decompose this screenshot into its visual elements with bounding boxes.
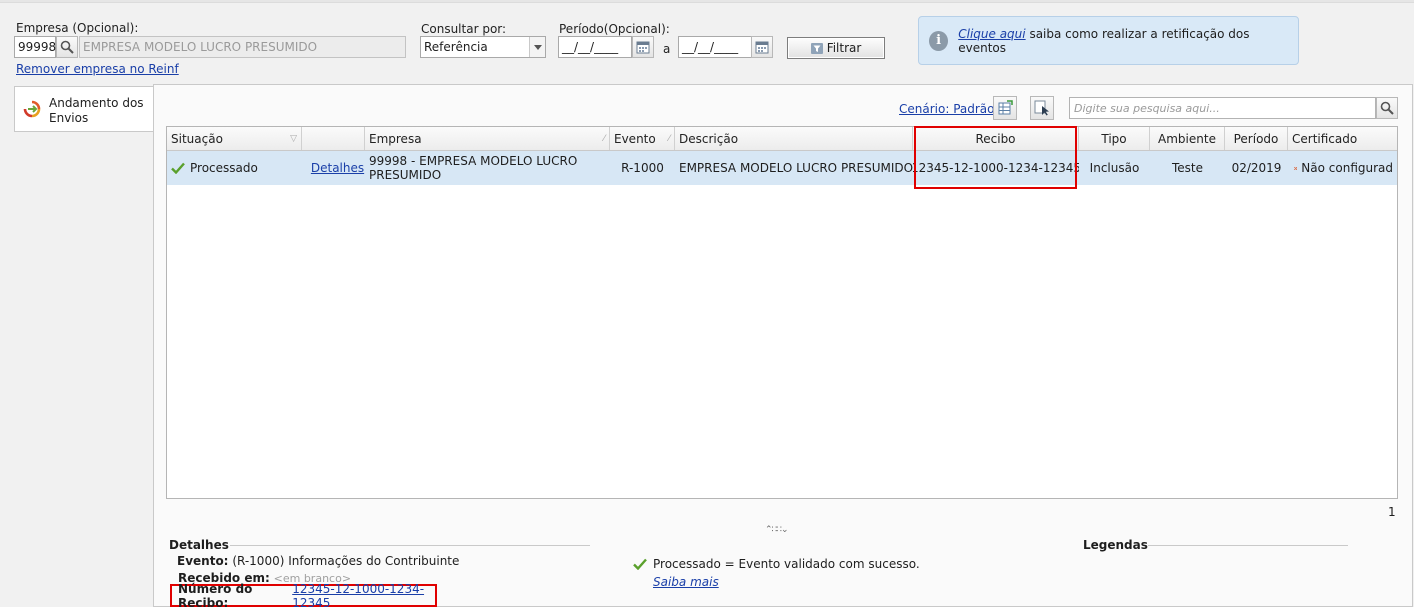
cell-certificado: Não configurad — [1288, 151, 1397, 185]
periodo-label: Período(Opcional): — [559, 22, 670, 36]
numero-recibo-label: Número do Recibo: — [178, 581, 253, 607]
calendar-icon — [636, 41, 650, 54]
cell-evento: R-1000 — [621, 161, 664, 175]
numero-recibo-link[interactable]: 12345-12-1000-1234-12345 — [292, 582, 435, 607]
refresh-arrows-icon — [23, 100, 41, 118]
clique-aqui-link[interactable]: Clique aqui — [958, 27, 1025, 41]
check-icon — [633, 558, 647, 570]
resize-icon: ⁄ — [603, 133, 605, 144]
info-banner: i Clique aqui saiba como realizar a reti… — [918, 16, 1299, 65]
cell-tipo: Inclusão — [1089, 161, 1140, 175]
periodo-separator: a — [663, 42, 671, 56]
search-icon — [1380, 101, 1394, 115]
col-ambiente[interactable]: Ambiente — [1150, 127, 1225, 150]
legend-item-processado: Processado = Evento validado com sucesso… — [633, 557, 920, 571]
detalhes-title: Detalhes — [169, 538, 229, 552]
cell-detalhes: Detalhes — [302, 151, 365, 185]
detalhes-link[interactable]: Detalhes — [311, 161, 364, 175]
select-button[interactable] — [1030, 96, 1054, 120]
numero-recibo-highlight: Número do Recibo: 12345-12-1000-1234-123… — [170, 581, 437, 607]
cell-ambiente: Teste — [1171, 161, 1203, 175]
cell-descricao: EMPRESA MODELO LUCRO PRESUMIDO — [679, 161, 913, 175]
filter-icon — [810, 42, 823, 54]
legendas-divider — [1148, 545, 1348, 546]
legendas-title: Legendas — [1083, 538, 1148, 552]
periodo-from-field[interactable]: __/__/____ — [558, 36, 632, 58]
consultar-value: Referência — [424, 40, 488, 54]
col-detalhes — [302, 127, 365, 150]
error-x-icon — [1294, 166, 1298, 170]
resize-icon: ⁄ — [668, 133, 670, 144]
periodo-from-calendar-button[interactable] — [632, 36, 654, 58]
nav-item-andamento-envios[interactable]: Andamento dos Envios — [14, 86, 153, 132]
filtrar-button[interactable]: Filtrar — [787, 37, 885, 59]
cell-periodo: 02/2019 — [1231, 161, 1282, 175]
table-row[interactable]: Processado Detalhes 99998 - EMPRESA MODE… — [167, 151, 1397, 185]
chevron-down-icon — [529, 37, 545, 57]
saiba-mais-link[interactable]: Saiba mais — [653, 575, 719, 589]
top-tab-strip — [0, 0, 1414, 3]
grid-search-button[interactable] — [1376, 97, 1398, 119]
col-certificado[interactable]: Certificado — [1288, 127, 1397, 150]
empresa-code-field[interactable]: 99998 — [14, 36, 56, 58]
nav-item-label: Andamento dos Envios — [49, 96, 144, 125]
search-icon — [60, 40, 74, 54]
consultar-select[interactable]: Referência — [420, 36, 546, 58]
export-button[interactable] — [993, 96, 1017, 120]
envios-table: Situação ▽ Empresa ⁄ Evento ⁄ Descrição Rec… — [166, 126, 1398, 499]
detalhes-divider — [230, 545, 590, 546]
cell-empresa: 99998 - EMPRESA MODELO LUCRO PRESUMIDO — [369, 154, 578, 182]
periodo-to-calendar-button[interactable] — [751, 36, 773, 58]
export-grid-icon — [998, 100, 1013, 115]
col-descricao[interactable]: Descrição — [675, 127, 913, 150]
empresa-search-button[interactable] — [56, 36, 78, 58]
col-tipo[interactable]: Tipo — [1079, 127, 1150, 150]
consultar-label: Consultar por: — [421, 22, 507, 36]
sort-icon: ▽ — [290, 133, 297, 144]
check-icon — [171, 162, 185, 174]
recibo-highlight-box — [914, 126, 1077, 189]
record-count: 1 — [1388, 505, 1396, 519]
empresa-name-field: EMPRESA MODELO LUCRO PRESUMIDO — [79, 36, 406, 58]
col-evento[interactable]: Evento ⁄ — [610, 127, 675, 150]
cell-situacao: Processado — [167, 151, 302, 185]
empresa-label: Empresa (Opcional): — [16, 21, 139, 35]
calendar-icon — [755, 41, 769, 54]
remover-empresa-link[interactable]: Remover empresa no Reinf — [16, 62, 179, 76]
info-icon: i — [929, 30, 949, 51]
splitter-handle[interactable]: ⌃∷∷⌄ — [765, 525, 789, 535]
filtrar-label: Filtrar — [826, 41, 862, 55]
grid-search-input[interactable]: Digite sua pesquisa aqui... — [1069, 97, 1376, 119]
cenario-link[interactable]: Cenário: Padrão — [899, 102, 994, 116]
table-header: Situação ▽ Empresa ⁄ Evento ⁄ Descrição Rec… — [167, 127, 1397, 151]
cursor-select-icon — [1034, 100, 1049, 116]
periodo-to-field[interactable]: __/__/____ — [678, 36, 752, 58]
col-periodo[interactable]: Período — [1225, 127, 1288, 150]
col-situacao[interactable]: Situação ▽ — [167, 127, 302, 150]
detalhes-evento: Evento: (R-1000) Informações do Contribu… — [177, 554, 460, 568]
col-empresa[interactable]: Empresa ⁄ — [365, 127, 610, 150]
